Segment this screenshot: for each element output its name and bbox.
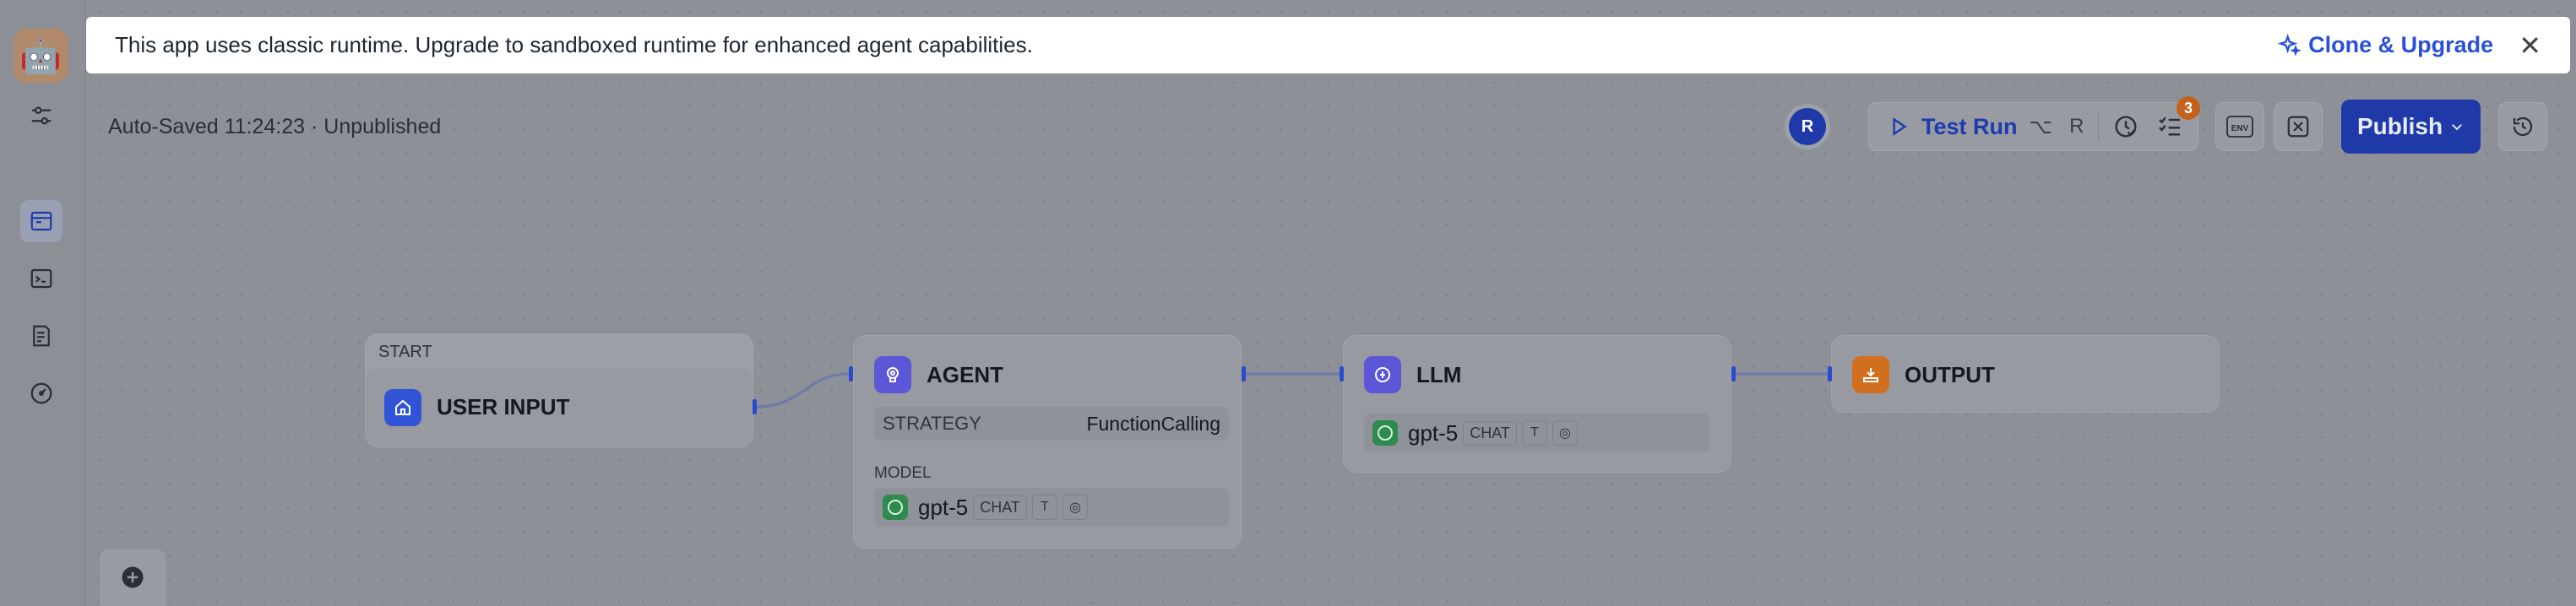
llm-output-handle[interactable] bbox=[1731, 366, 1736, 381]
openai-icon bbox=[883, 495, 908, 520]
plus-circle-icon bbox=[122, 566, 144, 588]
agent-node-title: AGENT bbox=[927, 361, 1003, 387]
llm-input-handle[interactable] bbox=[1340, 366, 1344, 381]
start-node-header: START bbox=[378, 343, 432, 361]
add-node-button[interactable] bbox=[100, 549, 166, 606]
vision-icon: ◎ bbox=[1062, 495, 1088, 520]
vision-icon: ◎ bbox=[1552, 420, 1578, 446]
llm-node-title: LLM bbox=[1416, 361, 1462, 387]
openai-icon bbox=[1372, 420, 1398, 446]
agent-model-name: gpt-5 bbox=[918, 494, 969, 520]
model-label: MODEL bbox=[874, 464, 932, 482]
agent-output-handle[interactable] bbox=[1242, 366, 1246, 381]
output-node-title: OUTPUT bbox=[1905, 361, 1995, 387]
llm-model-selector[interactable]: gpt-5 CHAT T ◎ bbox=[1364, 414, 1710, 452]
tool-icon: T bbox=[1521, 420, 1547, 446]
agent-model-selector[interactable]: gpt-5 CHAT T ◎ bbox=[874, 488, 1229, 527]
llm-model-tag: CHAT bbox=[1463, 420, 1517, 446]
node-llm[interactable]: LLM gpt-5 CHAT T ◎ bbox=[1343, 335, 1731, 473]
node-start[interactable]: START USER INPUT bbox=[365, 333, 753, 447]
start-output-handle[interactable] bbox=[753, 399, 757, 414]
agent-input-handle[interactable] bbox=[849, 366, 853, 381]
tool-icon: T bbox=[1031, 495, 1057, 520]
home-icon bbox=[384, 388, 421, 426]
start-node-title: USER INPUT bbox=[437, 394, 570, 419]
llm-model-name: gpt-5 bbox=[1408, 419, 1459, 446]
edge-start-agent bbox=[756, 372, 850, 409]
agent-icon bbox=[874, 356, 911, 393]
strategy-value: FunctionCalling bbox=[1086, 412, 1220, 435]
edge-connectors bbox=[756, 372, 1831, 409]
output-icon bbox=[1852, 356, 1889, 393]
node-output[interactable]: OUTPUT bbox=[1831, 335, 2220, 413]
llm-icon bbox=[1364, 356, 1401, 393]
output-input-handle[interactable] bbox=[1828, 366, 1832, 381]
strategy-label: STRATEGY bbox=[883, 413, 981, 434]
node-agent[interactable]: AGENT STRATEGY FunctionCalling MODEL gpt… bbox=[853, 335, 1242, 549]
agent-model-tag: CHAT bbox=[973, 495, 1027, 520]
